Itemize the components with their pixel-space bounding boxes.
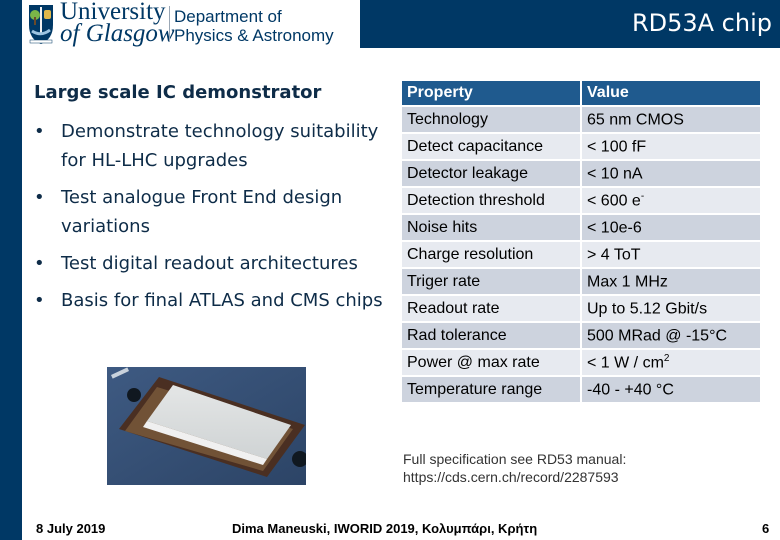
table-row: Power @ max rate < 1 W / cm2 xyxy=(402,350,760,375)
property-cell: Detection threshold xyxy=(402,188,580,213)
value-cell: < 600 e- xyxy=(582,188,760,213)
property-cell: Detector leakage xyxy=(402,161,580,186)
value-cell: < 1 W / cm2 xyxy=(582,350,760,375)
chip-photo xyxy=(107,367,306,485)
bullet-item: • Demonstrate technology suitability for … xyxy=(34,117,394,175)
university-name-line2: of Glasgow xyxy=(60,20,175,47)
table-row: Technology 65 nm CMOS xyxy=(402,107,760,132)
property-cell: Readout rate xyxy=(402,296,580,321)
value-cell: Up to 5.12 Gbit/s xyxy=(582,296,760,321)
note-line: Full specification see RD53 manual: xyxy=(403,451,627,467)
table-row: Detector leakage < 10 nA xyxy=(402,161,760,186)
table-row: Noise hits < 10e-6 xyxy=(402,215,760,240)
property-cell: Noise hits xyxy=(402,215,580,240)
property-cell: Power @ max rate xyxy=(402,350,580,375)
column-header-property: Property xyxy=(402,81,580,105)
value-cell: < 10e-6 xyxy=(582,215,760,240)
bullet-item: • Basis for final ATLAS and CMS chips xyxy=(34,286,394,315)
table-header-row: Property Value xyxy=(402,81,760,105)
property-cell: Charge resolution xyxy=(402,242,580,267)
left-accent-bar xyxy=(0,0,22,540)
value-cell: > 4 ToT xyxy=(582,242,760,267)
university-logo: University of Glasgow Department of Phys… xyxy=(22,0,360,48)
value-cell: -40 - +40 °C xyxy=(582,377,760,402)
department-name: Department of Physics & Astronomy xyxy=(174,7,334,45)
property-cell: Technology xyxy=(402,107,580,132)
bullet-text: Test digital readout architectures xyxy=(61,253,358,274)
bullet-glyph: • xyxy=(34,187,45,208)
university-crest-icon xyxy=(29,5,53,44)
footer-date: 8 July 2019 xyxy=(36,521,106,536)
table-row: Charge resolution > 4 ToT xyxy=(402,242,760,267)
manual-link[interactable]: https://cds.cern.ch/record/2287593 xyxy=(403,468,626,486)
logo-divider xyxy=(169,6,170,42)
bullet-text: Demonstrate technology suitability for H… xyxy=(61,121,379,171)
bullet-text: Basis for final ATLAS and CMS chips xyxy=(61,290,383,311)
bullet-text: Test analogue Front End design variation… xyxy=(61,187,343,237)
value-cell: < 100 fF xyxy=(582,134,760,159)
bullet-item: • Test analogue Front End design variatio… xyxy=(34,183,394,241)
table-row: Temperature range -40 - +40 °C xyxy=(402,377,760,402)
bullet-list: • Demonstrate technology suitability for … xyxy=(34,117,394,323)
specification-note: Full specification see RD53 manual: http… xyxy=(403,450,626,486)
bullet-glyph: • xyxy=(34,253,45,274)
university-name: University of Glasgow xyxy=(60,0,175,47)
slide-title: RD53A chip xyxy=(631,9,772,37)
spec-table: Property Value Technology 65 nm CMOS Dete… xyxy=(400,79,762,404)
department-line1: Department of xyxy=(174,7,282,26)
value-cell: 500 MRad @ -15°C xyxy=(582,323,760,348)
value-cell: 65 nm CMOS xyxy=(582,107,760,132)
property-cell: Triger rate xyxy=(402,269,580,294)
value-cell: Max 1 MHz xyxy=(582,269,760,294)
property-cell: Detect capacitance xyxy=(402,134,580,159)
bullet-glyph: • xyxy=(34,290,45,311)
table-row: Detection threshold < 600 e- xyxy=(402,188,760,213)
property-cell: Rad tolerance xyxy=(402,323,580,348)
table-row: Triger rate Max 1 MHz xyxy=(402,269,760,294)
value-cell: < 10 nA xyxy=(582,161,760,186)
footer-author: Dima Maneuski, IWORID 2019, Κολυμπάρι, Κ… xyxy=(232,521,538,536)
bullet-item: • Test digital readout architectures xyxy=(34,249,394,278)
column-header-value: Value xyxy=(582,81,760,105)
page-number: 6 xyxy=(762,521,770,536)
table-row: Readout rate Up to 5.12 Gbit/s xyxy=(402,296,760,321)
bullet-glyph: • xyxy=(34,121,45,142)
table-row: Detect capacitance < 100 fF xyxy=(402,134,760,159)
table-row: Rad tolerance 500 MRad @ -15°C xyxy=(402,323,760,348)
department-line2: Physics & Astronomy xyxy=(174,26,334,45)
section-subtitle: Large scale IC demonstrator xyxy=(34,82,322,103)
property-cell: Temperature range xyxy=(402,377,580,402)
